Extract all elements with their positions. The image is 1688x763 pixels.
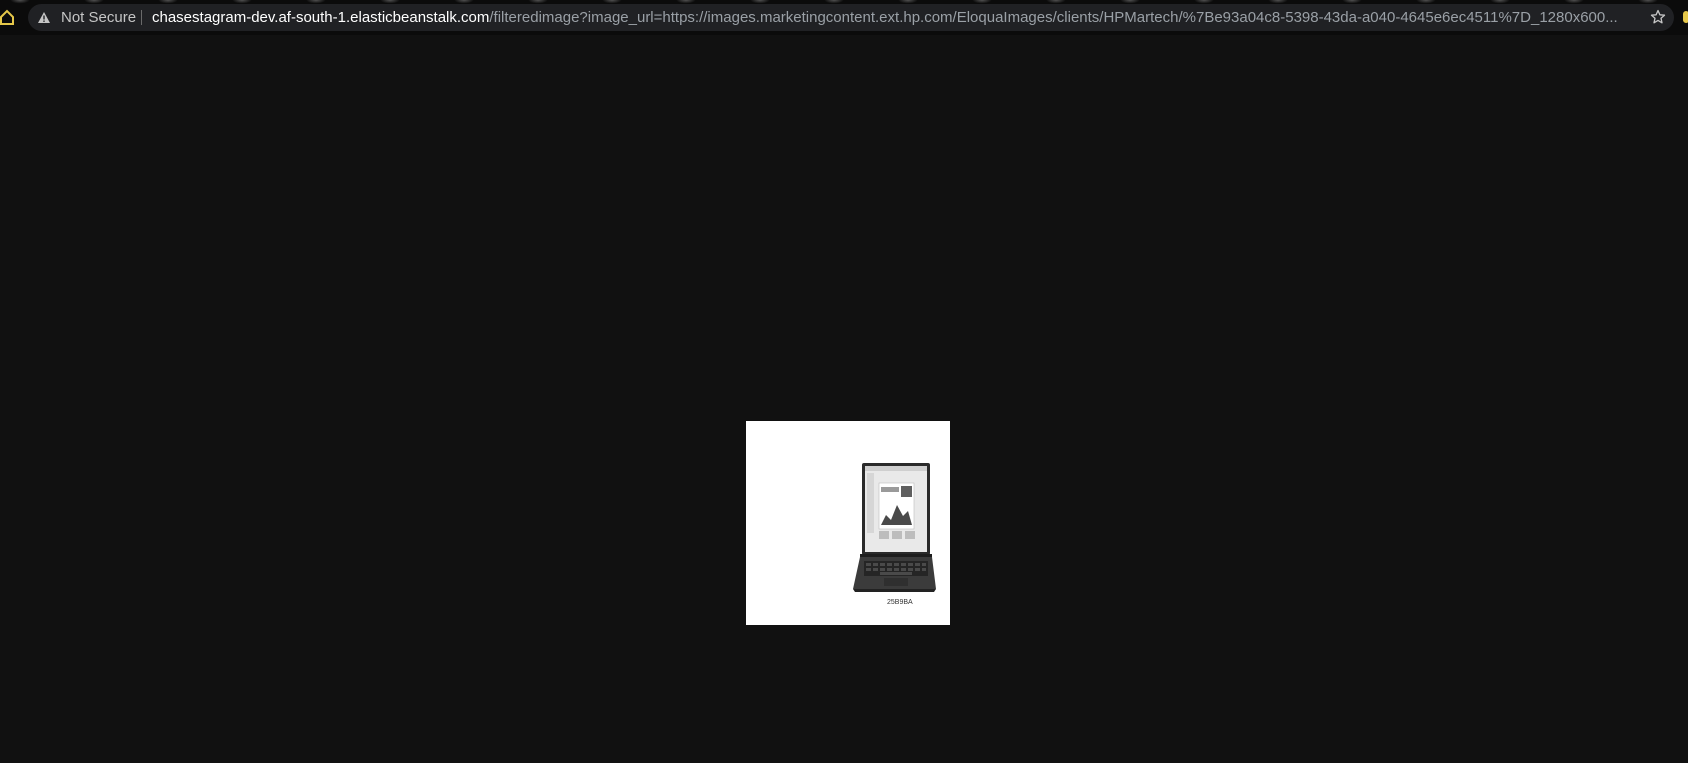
image-caption: 25B9BA [887, 599, 913, 606]
home-icon[interactable] [0, 9, 14, 25]
url-text[interactable]: chasestagram-dev.af-south-1.elasticbeans… [152, 9, 1650, 26]
security-status-label[interactable]: Not Secure [61, 9, 136, 26]
filtered-image: 25B9BA [746, 421, 950, 625]
warning-icon[interactable] [37, 11, 51, 24]
url-host: chasestagram-dev.af-south-1.elasticbeans… [152, 9, 490, 26]
extension-icon[interactable] [1683, 11, 1688, 23]
browser-toolbar: Not Secure chasestagram-dev.af-south-1.e… [0, 0, 1688, 35]
star-icon[interactable] [1650, 9, 1666, 25]
url-path: /filteredimage?image_url=https://images.… [489, 9, 1618, 26]
page-viewport: 25B9BA [0, 35, 1688, 763]
laptop-image [853, 463, 936, 592]
address-bar[interactable]: Not Secure chasestagram-dev.af-south-1.e… [28, 4, 1674, 31]
omnibox-divider [141, 10, 142, 25]
